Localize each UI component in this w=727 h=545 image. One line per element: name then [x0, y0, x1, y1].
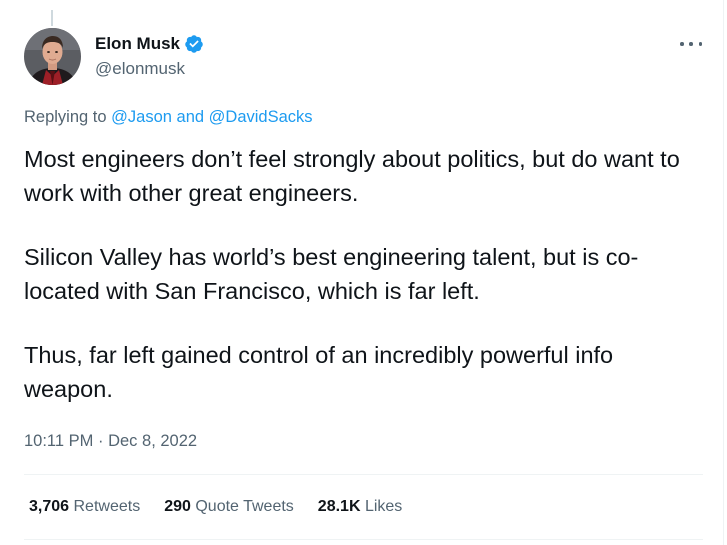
column-border — [723, 0, 724, 545]
divider-top — [24, 474, 703, 475]
tweet-body: Most engineers don’t feel strongly about… — [24, 142, 704, 406]
tweet-paragraph: Most engineers don’t feel strongly about… — [24, 146, 680, 206]
likes-stat[interactable]: 28.1K Likes — [318, 497, 403, 517]
author-name-row[interactable]: Elon Musk — [95, 34, 204, 54]
engagement-stats: 3,706 Retweets 290 Quote Tweets 28.1K Li… — [29, 497, 426, 517]
likes-count: 28.1K — [317, 498, 361, 515]
mention-link-jason[interactable]: @Jason — [111, 108, 172, 126]
tweet-timestamp[interactable]: 10:11 PM · Dec 8, 2022 — [24, 431, 197, 451]
mention-conjunction[interactable]: and — [177, 108, 205, 126]
quote-tweets-stat[interactable]: 290 Quote Tweets — [164, 497, 294, 517]
tweet-paragraph: Silicon Valley has world’s best engineer… — [24, 244, 639, 304]
retweets-label: Retweets — [73, 498, 141, 515]
retweets-stat[interactable]: 3,706 Retweets — [29, 497, 140, 517]
more-options-icon[interactable] — [680, 34, 702, 54]
quote-tweets-label: Quote Tweets — [195, 498, 294, 515]
tweet-time[interactable]: 10:11 PM — [24, 432, 93, 450]
replying-to-line: Replying to @Jason and @DavidSacks — [24, 107, 313, 127]
dot — [680, 42, 684, 46]
likes-label: Likes — [364, 498, 403, 515]
author-display-name[interactable]: Elon Musk — [95, 34, 180, 54]
mention-link-davidsacks[interactable]: @DavidSacks — [209, 108, 313, 126]
avatar[interactable] — [24, 28, 81, 85]
verified-badge-icon — [184, 34, 204, 54]
tweet-paragraph: Thus, far left gained control of an incr… — [24, 342, 614, 402]
quote-tweets-count: 290 — [164, 498, 191, 515]
dot — [689, 42, 693, 46]
thread-connector-line — [51, 10, 53, 26]
dot — [698, 42, 702, 46]
retweets-count: 3,706 — [29, 498, 70, 515]
author-handle[interactable]: @elonmusk — [95, 59, 185, 79]
avatar-image — [24, 28, 81, 85]
tweet-date[interactable]: Dec 8, 2022 — [108, 432, 197, 450]
timestamp-separator: · — [98, 432, 104, 450]
replying-to-label: Replying to — [24, 108, 107, 126]
divider-bottom — [24, 539, 703, 540]
